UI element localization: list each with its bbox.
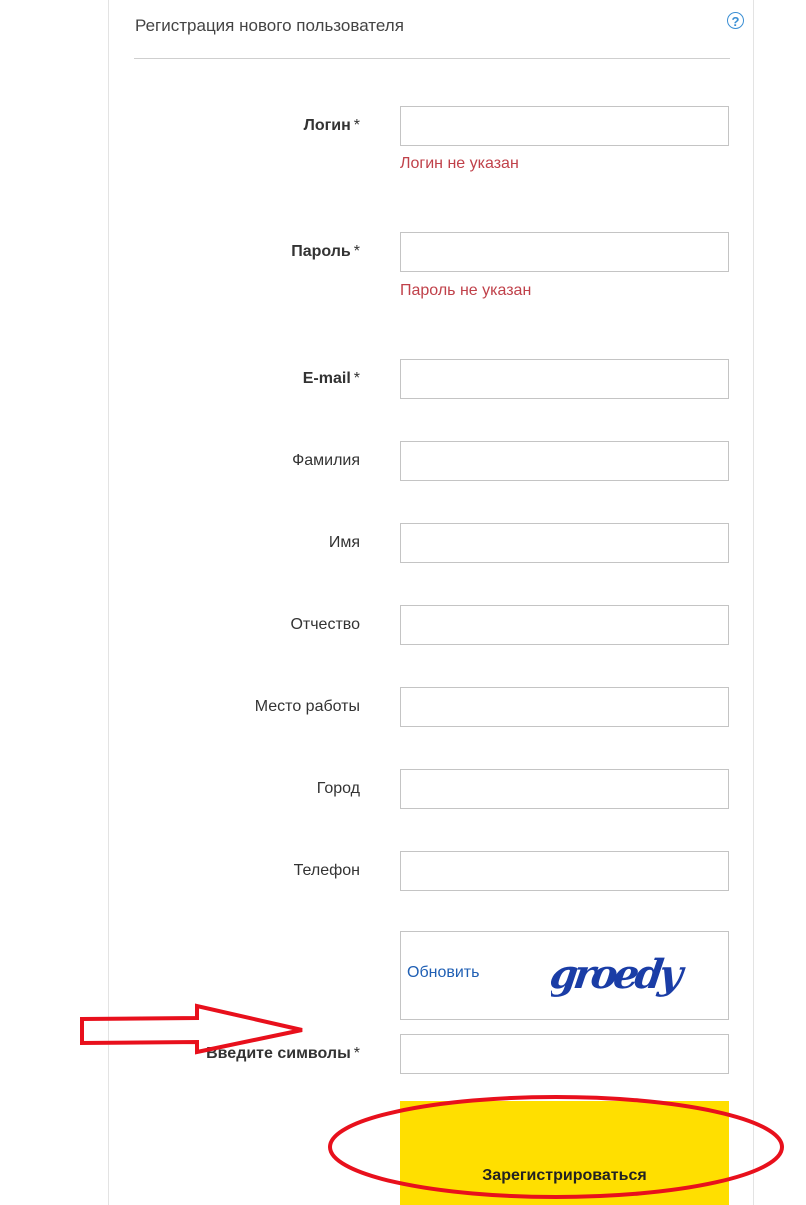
last-name-label: Фамилия [292,452,360,469]
first-name-label: Имя [328,534,360,551]
panel-left-border [108,0,109,1205]
patronymic-input[interactable] [400,605,729,645]
workplace-label: Место работы [254,698,360,715]
required-marker: * [353,117,360,134]
login-error: Логин не указан [400,155,519,172]
password-error: Пароль не указан [400,282,532,299]
captcha-input[interactable] [400,1034,729,1074]
register-button[interactable]: Зарегистрироваться [400,1101,729,1205]
captcha-label: Введите символы * [206,1045,360,1063]
city-input[interactable] [400,769,729,809]
last-name-input[interactable] [400,441,729,481]
login-label-text: Логин [303,117,351,134]
password-label: Пароль * [291,243,360,261]
patronymic-label: Отчество [290,616,360,633]
captcha-image-text: groedy [551,954,688,998]
form-title: Регистрация нового пользователя [135,16,404,35]
captcha-box: Обновить groedy [400,931,729,1020]
panel-right-border [753,0,754,1205]
registration-page: Регистрация нового пользователя ? Логин *… [0,0,806,1205]
city-label: Город [316,780,360,797]
password-label-text: Пароль [291,243,351,260]
first-name-input[interactable] [400,523,729,563]
phone-label: Телефон [293,862,360,879]
login-input[interactable] [400,106,729,146]
captcha-image: groedy [551,954,688,998]
title-divider [134,58,730,59]
workplace-input[interactable] [400,687,729,727]
annotation-overlay [80,1003,784,1199]
required-marker: * [353,1045,360,1062]
email-input[interactable] [400,359,729,399]
login-label: Логин * [304,117,360,135]
captcha-label-text: Введите символы [206,1045,351,1062]
help-circle-icon[interactable]: ? [727,12,744,29]
email-label: E-mail * [303,370,360,388]
required-marker: * [353,370,360,387]
required-marker: * [353,243,360,260]
email-label-text: E-mail [302,370,351,387]
password-input[interactable] [400,232,729,272]
captcha-refresh-link[interactable]: Обновить [407,964,479,982]
phone-input[interactable] [400,851,729,891]
